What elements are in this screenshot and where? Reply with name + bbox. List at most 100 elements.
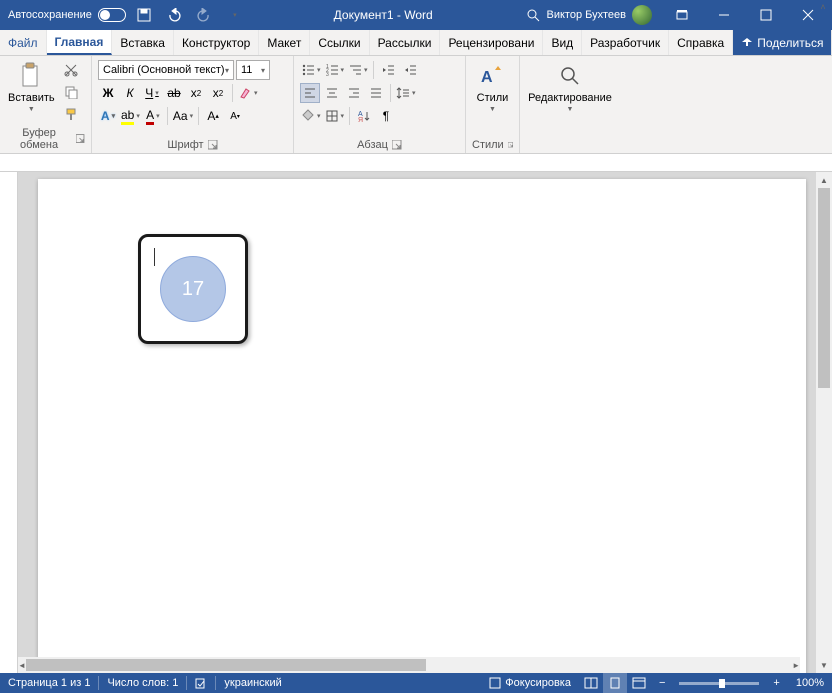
line-spacing-icon[interactable] (395, 83, 417, 103)
tab-help[interactable]: Справка (669, 30, 733, 55)
tab-design[interactable]: Конструктор (174, 30, 259, 55)
editing-label: Редактирование (528, 92, 612, 104)
grow-font-button[interactable]: A▴ (203, 106, 223, 126)
tab-file[interactable]: Файл (0, 30, 47, 55)
qat-customize-icon[interactable] (222, 3, 246, 27)
clipboard-launcher-icon[interactable] (76, 134, 85, 144)
redo-icon[interactable] (192, 3, 216, 27)
web-layout-icon[interactable] (627, 673, 651, 693)
cut-icon[interactable] (61, 60, 81, 80)
focus-mode-button[interactable]: Фокусировка (481, 677, 579, 689)
shrink-font-button[interactable]: A▾ (225, 106, 245, 126)
tab-insert[interactable]: Вставка (112, 30, 174, 55)
document-canvas[interactable]: 17 ◄ ► (18, 172, 816, 673)
font-color-icon[interactable]: A (143, 106, 163, 126)
italic-button[interactable]: К (120, 83, 140, 103)
scroll-down-icon[interactable]: ▼ (816, 657, 832, 673)
sort-icon[interactable]: AЯ (354, 106, 374, 126)
decrease-indent-icon[interactable] (378, 60, 398, 80)
change-case-button[interactable]: Aa (172, 106, 194, 126)
underline-button[interactable]: Ч (142, 83, 162, 103)
styles-launcher-icon[interactable] (508, 140, 513, 150)
hscroll-thumb[interactable] (26, 659, 426, 671)
scroll-right-icon[interactable]: ► (792, 657, 800, 673)
highlight-icon[interactable]: ab (120, 106, 141, 126)
styles-label: Стили (477, 92, 509, 104)
tab-layout[interactable]: Макет (259, 30, 310, 55)
styles-group-label: Стили (472, 139, 504, 151)
zoom-slider[interactable] (679, 682, 759, 685)
shape-circle[interactable]: 17 (160, 256, 226, 322)
font-launcher-icon[interactable] (208, 140, 218, 150)
paragraph-group-label: Абзац (357, 139, 388, 151)
borders-icon[interactable] (324, 106, 346, 126)
bullets-icon[interactable] (300, 60, 322, 80)
font-size-combo[interactable]: 11▾ (236, 60, 270, 80)
tab-view[interactable]: Вид (543, 30, 582, 55)
scroll-up-icon[interactable]: ▲ (816, 172, 832, 188)
shading-icon[interactable] (300, 106, 322, 126)
maximize-icon[interactable] (746, 0, 786, 30)
strikethrough-button[interactable]: ab (164, 83, 184, 103)
group-font: Calibri (Основной текст)▾ 11▾ Ж К Ч ab x… (92, 56, 294, 153)
subscript-button[interactable]: x2 (186, 83, 206, 103)
zoom-out-button[interactable]: − (651, 677, 673, 689)
autosave-toggle[interactable] (98, 8, 126, 22)
tab-references[interactable]: Ссылки (310, 30, 369, 55)
numbering-icon[interactable]: 123 (324, 60, 346, 80)
tab-home[interactable]: Главная (47, 30, 113, 55)
scroll-left-icon[interactable]: ◄ (18, 657, 26, 673)
ribbon-tabs: Файл Главная Вставка Конструктор Макет С… (0, 30, 832, 56)
collapse-ribbon-icon[interactable]: ˄ (816, 0, 830, 14)
text-effects-icon[interactable]: A (98, 106, 118, 126)
save-icon[interactable] (132, 3, 156, 27)
page[interactable]: 17 (38, 179, 806, 673)
minimize-icon[interactable] (704, 0, 744, 30)
clipboard-group-label: Буфер обмена (6, 127, 72, 151)
search-icon[interactable] (521, 3, 545, 27)
status-word-count[interactable]: Число слов: 1 (99, 677, 186, 689)
vertical-scrollbar[interactable]: ▲ ▼ (816, 172, 832, 673)
align-right-icon[interactable] (344, 83, 364, 103)
tab-mailings[interactable]: Рассылки (370, 30, 441, 55)
copy-icon[interactable] (61, 82, 81, 102)
status-language[interactable]: украинский (216, 677, 289, 689)
paste-icon (17, 62, 45, 90)
format-painter-icon[interactable] (61, 104, 81, 124)
ribbon-display-options-icon[interactable] (662, 0, 702, 30)
tab-developer[interactable]: Разработчик (582, 30, 669, 55)
bold-button[interactable]: Ж (98, 83, 118, 103)
status-spellcheck[interactable] (187, 677, 215, 689)
tab-review[interactable]: Рецензировани (440, 30, 543, 55)
styles-button[interactable]: A Стили ▼ (475, 60, 511, 115)
show-marks-icon[interactable]: ¶ (376, 106, 396, 126)
superscript-button[interactable]: x2 (208, 83, 228, 103)
read-mode-icon[interactable] (579, 673, 603, 693)
avatar (632, 5, 652, 25)
zoom-in-button[interactable]: + (765, 677, 787, 689)
user-account[interactable]: Виктор Бухтеев (547, 5, 652, 25)
paste-button[interactable]: Вставить ▼ (6, 60, 57, 115)
font-name-combo[interactable]: Calibri (Основной текст)▾ (98, 60, 234, 80)
status-page[interactable]: Страница 1 из 1 (0, 677, 98, 689)
zoom-level[interactable]: 100% (788, 677, 832, 689)
justify-icon[interactable] (366, 83, 386, 103)
paragraph-launcher-icon[interactable] (392, 140, 402, 150)
share-label: Поделиться (757, 36, 823, 50)
vertical-ruler[interactable] (0, 172, 18, 673)
multilevel-list-icon[interactable] (347, 60, 369, 80)
share-icon (741, 37, 753, 49)
align-left-icon[interactable] (300, 83, 320, 103)
horizontal-scrollbar[interactable]: ◄ ► (18, 657, 800, 673)
share-button[interactable]: Поделиться (733, 30, 832, 55)
titlebar-right: Виктор Бухтеев (521, 0, 832, 30)
clear-formatting-icon[interactable] (237, 83, 259, 103)
increase-indent-icon[interactable] (400, 60, 420, 80)
group-paragraph: 123 AЯ ¶ Абзац (294, 56, 466, 153)
horizontal-ruler[interactable] (0, 154, 832, 172)
editing-button[interactable]: Редактирование ▼ (526, 60, 614, 115)
align-center-icon[interactable] (322, 83, 342, 103)
vscroll-thumb[interactable] (818, 188, 830, 388)
undo-icon[interactable] (162, 3, 186, 27)
print-layout-icon[interactable] (603, 673, 627, 693)
